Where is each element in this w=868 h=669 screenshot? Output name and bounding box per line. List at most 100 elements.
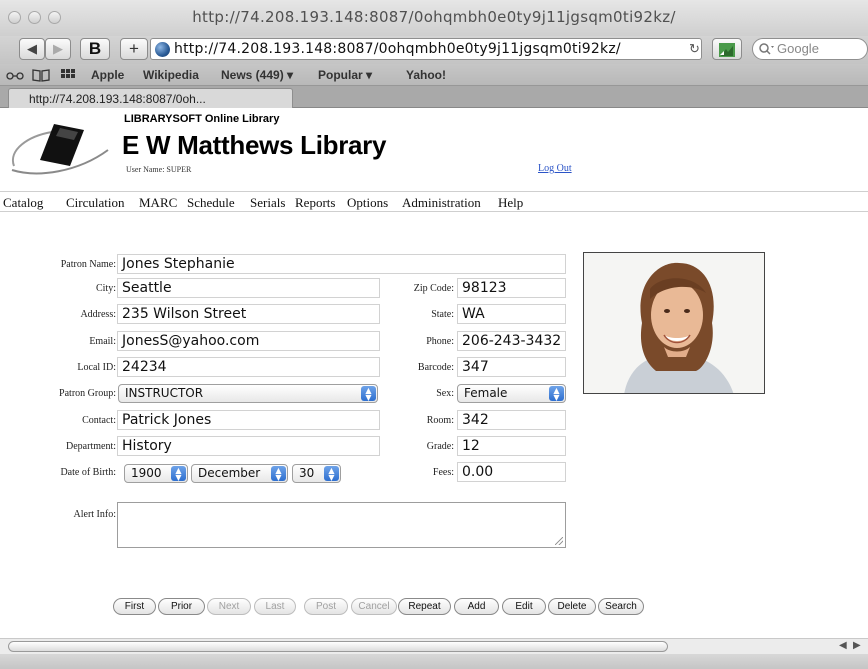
city-label: City: — [95, 283, 116, 294]
fees-field[interactable]: 0.00 — [457, 462, 566, 482]
scroll-left-icon[interactable]: ◀ — [839, 640, 847, 651]
local-id-label: Local ID: — [77, 362, 116, 373]
grade-label: Grade: — [426, 441, 454, 452]
page-content: LIBRARYSOFT Online Library E W Matthews … — [0, 108, 868, 638]
menu-options[interactable]: Options — [347, 195, 388, 211]
search-field[interactable]: Google — [752, 38, 868, 60]
add-button[interactable]: Add — [454, 598, 499, 615]
dob-month-select[interactable]: December ▲ ▼ — [191, 464, 288, 483]
contact-label: Contact: — [82, 415, 116, 426]
fees-label: Fees: — [432, 467, 454, 478]
tab-current[interactable]: http://74.208.193.148:8087/0oh... — [8, 88, 293, 109]
last-button[interactable]: Last — [254, 598, 296, 615]
delete-button[interactable]: Delete — [548, 598, 596, 615]
patron-group-label: Patron Group: — [59, 388, 116, 399]
select-arrows-icon: ▲ ▼ — [361, 386, 376, 402]
logout-link[interactable]: Log Out — [538, 163, 572, 174]
barcode-label: Barcode: — [417, 362, 454, 373]
state-field[interactable]: WA — [457, 304, 566, 324]
dob-year-select[interactable]: 1900 ▲ ▼ — [124, 464, 188, 483]
brand-subtitle: LIBRARYSOFT Online Library — [124, 113, 280, 125]
barcode-field[interactable]: 347 — [457, 357, 566, 377]
menu-help[interactable]: Help — [498, 195, 523, 211]
next-button[interactable]: Next — [207, 598, 251, 615]
reading-glasses-icon[interactable] — [6, 69, 24, 81]
edit-button[interactable]: Edit — [502, 598, 546, 615]
horizontal-scrollbar[interactable]: ◀ ▶ — [0, 638, 868, 654]
alert-info-textarea[interactable] — [117, 502, 566, 548]
patron-name-field[interactable]: Jones Stephanie — [117, 254, 566, 274]
search-icon — [759, 43, 774, 55]
forward-button[interactable]: ▶ — [45, 38, 71, 60]
address-bar[interactable]: http://74.208.193.148:8087/0ohqmbh0e0ty9… — [150, 38, 702, 60]
bookmark-wikipedia[interactable]: Wikipedia — [143, 68, 199, 82]
open-book-icon[interactable] — [32, 68, 50, 82]
repeat-button[interactable]: Repeat — [398, 598, 451, 615]
scrollbar-thumb[interactable] — [8, 641, 668, 652]
main-menu: Catalog Circulation MARC Schedule Serial… — [0, 191, 868, 212]
menu-schedule[interactable]: Schedule — [187, 195, 235, 211]
library-logo — [11, 124, 109, 175]
zip-code-label: Zip Code: — [413, 283, 454, 294]
tab-title: http://74.208.193.148:8087/0oh... — [29, 92, 206, 106]
add-bookmark-button[interactable]: + — [120, 38, 148, 60]
phone-field[interactable]: 206-243-3432 — [457, 331, 566, 351]
post-button[interactable]: Post — [304, 598, 348, 615]
email-label: Email: — [89, 336, 116, 347]
menu-marc[interactable]: MARC — [139, 195, 177, 211]
forward-arrow-icon: ▶ — [53, 41, 63, 56]
menu-circulation[interactable]: Circulation — [66, 195, 125, 211]
user-name-label: User Name: SUPER — [126, 165, 192, 174]
sex-select[interactable]: Female ▲ ▼ — [457, 384, 566, 403]
state-label: State: — [431, 309, 454, 320]
back-arrow-icon: ◀ — [27, 41, 37, 56]
phone-label: Phone: — [426, 336, 454, 347]
address-field[interactable]: 235 Wilson Street — [117, 304, 380, 324]
dob-month-value: December — [198, 466, 261, 480]
email-field[interactable]: JonesS@yahoo.com — [117, 331, 380, 351]
scroll-right-icon[interactable]: ▶ — [853, 640, 861, 651]
bookmark-popular[interactable]: Popular ▾ — [318, 68, 372, 82]
select-arrows-icon: ▲ ▼ — [549, 386, 564, 402]
menu-reports[interactable]: Reports — [295, 195, 335, 211]
bookmark-news[interactable]: News (449) ▾ — [221, 68, 293, 82]
tab-strip: http://74.208.193.148:8087/0oh... — [0, 86, 868, 109]
reload-icon[interactable]: ↻ — [689, 41, 700, 57]
dob-year-value: 1900 — [131, 466, 162, 480]
menu-serials[interactable]: Serials — [250, 195, 285, 211]
patron-group-select[interactable]: INSTRUCTOR ▲ ▼ — [118, 384, 378, 403]
sex-label: Sex: — [436, 388, 454, 399]
zip-code-field[interactable]: 98123 — [457, 278, 566, 298]
window-titlebar: http://74.208.193.148:8087/0ohqmbh0e0ty9… — [0, 0, 868, 36]
department-label: Department: — [66, 441, 116, 452]
bookmark-apple[interactable]: Apple — [91, 68, 124, 82]
first-button[interactable]: First — [113, 598, 156, 615]
local-id-field[interactable]: 24234 — [117, 357, 380, 377]
resize-grip-icon[interactable] — [555, 537, 563, 545]
room-field[interactable]: 342 — [457, 410, 566, 430]
bookmark-b-button[interactable]: B — [80, 38, 110, 60]
dob-day-select[interactable]: 30 ▲ ▼ — [292, 464, 341, 483]
menu-catalog[interactable]: Catalog — [3, 195, 43, 211]
window-title: http://74.208.193.148:8087/0ohqmbh0e0ty9… — [192, 8, 676, 26]
grade-field[interactable]: 12 — [457, 436, 566, 456]
select-arrows-icon: ▲ ▼ — [324, 466, 339, 482]
address-label: Address: — [80, 309, 116, 320]
address-bar-text: http://74.208.193.148:8087/0ohqmbh0e0ty9… — [174, 41, 621, 57]
select-arrows-icon: ▲ ▼ — [171, 466, 186, 482]
contact-field[interactable]: Patrick Jones — [117, 410, 380, 430]
bookmark-yahoo[interactable]: Yahoo! — [406, 68, 446, 82]
cancel-button[interactable]: Cancel — [351, 598, 397, 615]
alert-info-label: Alert Info: — [73, 509, 117, 520]
prior-button[interactable]: Prior — [158, 598, 205, 615]
department-field[interactable]: History — [117, 436, 380, 456]
patron-photo — [583, 252, 765, 394]
select-arrows-icon: ▲ ▼ — [271, 466, 286, 482]
grid-icon[interactable] — [60, 68, 76, 82]
city-field[interactable]: Seattle — [117, 278, 380, 298]
snapback-button[interactable] — [712, 38, 742, 60]
search-button[interactable]: Search — [598, 598, 644, 615]
back-button[interactable]: ◀ — [19, 38, 45, 60]
menu-administration[interactable]: Administration — [402, 195, 481, 211]
patron-group-value: INSTRUCTOR — [125, 386, 204, 400]
